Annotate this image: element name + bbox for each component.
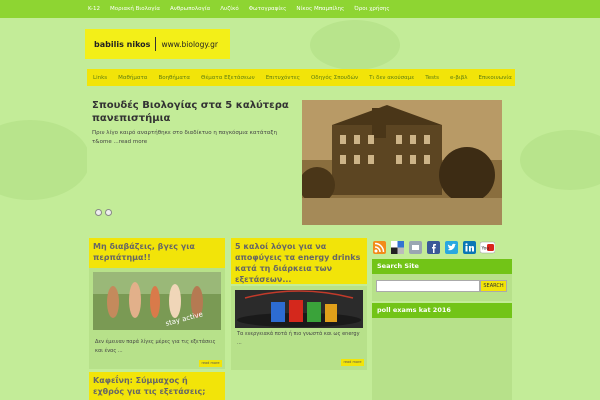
main-nav-item[interactable]: Επικοινωνία bbox=[478, 75, 511, 81]
top-bar: K-12 Μοριακή Βιολογία Ανθρωπολογία Λυζίκ… bbox=[0, 0, 600, 18]
youtube-icon[interactable]: You bbox=[480, 240, 495, 255]
featured-read-more[interactable]: read more bbox=[119, 139, 147, 145]
post-body: stay active Δεν έμειναν παρά λίγες μέρες… bbox=[89, 268, 225, 369]
main-nav-item[interactable]: Θέματα Εξετάσεων bbox=[201, 75, 255, 81]
delicious-icon[interactable] bbox=[390, 240, 405, 255]
read-more-button[interactable]: read more bbox=[341, 359, 364, 366]
featured-excerpt: Πριν λίγο καιρό αναρτήθηκε στο διαδίκτυο… bbox=[92, 129, 292, 147]
post-title[interactable]: Καφεΐνη: Σύμμαχος ή εχθρός για τις εξετά… bbox=[89, 372, 225, 400]
featured-photo[interactable] bbox=[302, 100, 502, 225]
linkedin-icon[interactable] bbox=[462, 240, 477, 255]
top-nav: K-12 Μοριακή Βιολογία Ανθρωπολογία Λυζίκ… bbox=[88, 0, 390, 18]
top-nav-item[interactable]: Νίκος Μπαμπίλης bbox=[296, 6, 344, 12]
top-nav-item[interactable]: Φωτογραφίες bbox=[249, 6, 287, 12]
post-title-box: Καφεΐνη: Σύμμαχος ή εχθρός για τις εξετά… bbox=[89, 372, 225, 400]
logo-divider bbox=[155, 37, 157, 51]
slider-dots bbox=[95, 209, 112, 216]
search-button[interactable]: SEARCH bbox=[480, 280, 507, 292]
logo-site: www.biology.gr bbox=[161, 39, 218, 49]
top-nav-item[interactable]: Ανθρωπολογία bbox=[170, 6, 210, 12]
slider-dot[interactable] bbox=[105, 209, 112, 216]
post-excerpt: Τα ενεργειακά ποτά ή πιο γνωστά και ως e… bbox=[237, 331, 360, 346]
main-nav-item[interactable]: Βοηθήματα bbox=[158, 75, 190, 81]
top-nav-item[interactable]: K-12 bbox=[88, 6, 100, 12]
post-title-box: 5 καλοί λόγοι για να αποφύγεις τα energy… bbox=[231, 238, 367, 284]
twitter-icon[interactable] bbox=[444, 240, 459, 255]
search-widget-title: Search Site bbox=[372, 259, 512, 274]
post-image[interactable]: stay active bbox=[93, 272, 221, 330]
post-title-box: Μη διαβάζεις, βγες για περπάτημα!! bbox=[89, 238, 225, 268]
main-nav-item[interactable]: Μαθήματα bbox=[118, 75, 147, 81]
main-nav-item[interactable]: Links bbox=[93, 75, 107, 81]
facebook-icon[interactable] bbox=[426, 240, 441, 255]
post-card: 5 καλοί λόγοι για να αποφύγεις τα energy… bbox=[231, 238, 367, 400]
post-body: Τα ενεργειακά ποτά ή πιο γνωστά και ως e… bbox=[231, 286, 367, 370]
main-nav-item[interactable]: Οδηγός Σπουδών bbox=[311, 75, 358, 81]
social-icons: You bbox=[372, 238, 514, 256]
main-nav-item[interactable]: Τι δεν ακούσαμε bbox=[369, 75, 414, 81]
top-nav-item[interactable]: Μοριακή Βιολογία bbox=[110, 6, 160, 12]
rss-icon[interactable] bbox=[372, 240, 387, 255]
post-title[interactable]: Μη διαβάζεις, βγες για περπάτημα!! bbox=[89, 238, 225, 266]
main-nav-item[interactable]: Tests bbox=[425, 75, 439, 81]
main-nav: Links Μαθήματα Βοηθήματα Θέματα Εξετάσεω… bbox=[87, 69, 515, 86]
main-nav-item[interactable]: Επιτυχόντες bbox=[266, 75, 300, 81]
post-excerpt: Δεν έμειναν παρά λίγες μέρες για τις εξε… bbox=[95, 339, 216, 354]
top-nav-item[interactable]: Λυζίκό bbox=[220, 6, 238, 12]
logo-name: babilis nikos bbox=[94, 39, 151, 49]
post-image[interactable] bbox=[235, 290, 363, 328]
poll-widget-title: poll exams kat 2016 bbox=[372, 303, 512, 318]
search-input[interactable] bbox=[376, 280, 480, 292]
main-nav-item[interactable]: e-βιβλ bbox=[450, 75, 468, 81]
svg-text:You: You bbox=[481, 245, 490, 251]
top-nav-item[interactable]: Όροι χρήσης bbox=[354, 6, 389, 12]
search-widget: SEARCH bbox=[372, 274, 512, 301]
featured-title[interactable]: Σπουδές Βιολογίας στα 5 καλύτερα πανεπισ… bbox=[92, 99, 297, 125]
site-logo[interactable]: babilis nikos www.biology.gr bbox=[85, 29, 230, 59]
digg-icon[interactable] bbox=[408, 240, 423, 255]
featured-slider: Σπουδές Βιολογίας στα 5 καλύτερα πανεπισ… bbox=[87, 95, 515, 231]
post-title[interactable]: 5 καλοί λόγοι για να αποφύγεις τα energy… bbox=[231, 238, 367, 288]
poll-widget bbox=[372, 318, 512, 400]
read-more-button[interactable]: read more bbox=[199, 360, 222, 367]
slider-dot[interactable] bbox=[95, 209, 102, 216]
sidebar: You Search Site SEARCH poll exams kat 20… bbox=[372, 238, 514, 400]
